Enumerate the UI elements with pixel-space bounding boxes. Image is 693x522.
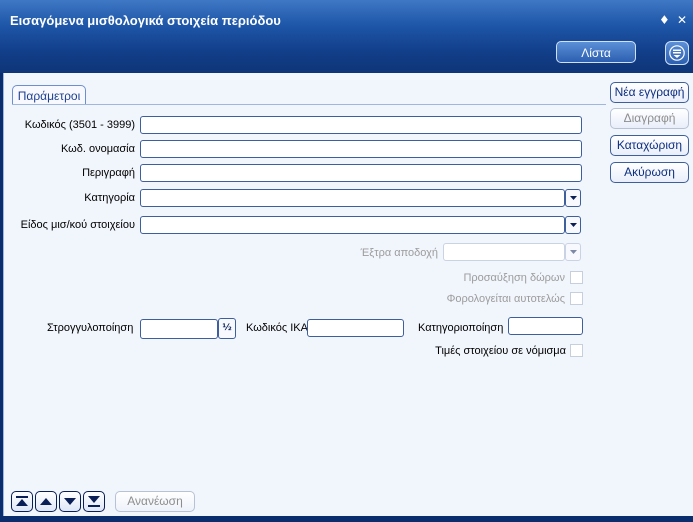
- title-bar: Εισαγόμενα μισθολογικά στοιχεία περιόδου…: [0, 0, 693, 73]
- currency-values-label: Τιμές στοιχείου σε νόμισμα: [435, 345, 566, 357]
- gift-increase-label: Προσαύξηση δώρων: [463, 272, 565, 284]
- item-type-label: Είδος μισ/κού στοιχείου: [20, 219, 135, 231]
- tab-parameters[interactable]: Παράμετροι: [12, 85, 86, 105]
- window-bottom-border: [0, 516, 693, 522]
- previous-record-icon: [40, 498, 52, 505]
- code-input[interactable]: [140, 116, 582, 134]
- save-button[interactable]: Καταχώριση: [610, 135, 689, 156]
- taxed-separately-label: Φορολογείται αυτοτελώς: [446, 293, 565, 305]
- next-record-icon: [64, 498, 76, 505]
- rounding-button[interactable]: ½: [218, 318, 236, 339]
- window: Εισαγόμενα μισθολογικά στοιχεία περιόδου…: [0, 0, 693, 522]
- cancel-button[interactable]: Ακύρωση: [610, 162, 689, 183]
- item-type-dropdown-button[interactable]: [565, 216, 581, 234]
- extra-label: Έξτρα αποδοχή: [360, 247, 438, 259]
- category-select[interactable]: [140, 189, 565, 207]
- rounding-label: Στρογγυλοποίηση: [47, 322, 134, 334]
- description-label: Περιγραφή: [82, 167, 135, 179]
- list-button[interactable]: Λίστα: [556, 41, 636, 63]
- code-label: Κωδικός (3501 - 3999): [24, 119, 135, 131]
- ika-code-input[interactable]: [307, 319, 404, 337]
- ika-code-label: Κωδικός ΙΚΑ: [246, 322, 308, 334]
- chevron-down-icon: [570, 196, 577, 200]
- tab-divider: [12, 104, 606, 105]
- previous-record-button[interactable]: [35, 491, 57, 512]
- last-record-icon: [88, 496, 100, 507]
- pin-icon[interactable]: ♦: [659, 13, 670, 27]
- categorization-input[interactable]: [508, 317, 583, 335]
- extra-select[interactable]: [443, 243, 565, 261]
- menu-dropdown-icon[interactable]: [665, 41, 689, 65]
- window-title: Εισαγόμενα μισθολογικά στοιχεία περιόδου: [10, 13, 281, 28]
- new-record-button[interactable]: Νέα εγγραφή: [610, 82, 689, 103]
- currency-values-checkbox[interactable]: [570, 344, 583, 357]
- first-record-button[interactable]: [11, 491, 33, 512]
- rounding-input[interactable]: [140, 319, 218, 339]
- item-type-select[interactable]: [140, 216, 565, 234]
- next-record-button[interactable]: [59, 491, 81, 512]
- chevron-down-icon: [570, 250, 577, 254]
- close-icon[interactable]: ✕: [677, 13, 687, 27]
- category-dropdown-button[interactable]: [565, 189, 581, 207]
- last-record-button[interactable]: [83, 491, 105, 512]
- short-name-label: Κωδ. ονομασία: [60, 143, 135, 155]
- first-record-icon: [16, 496, 28, 506]
- category-label: Κατηγορία: [84, 192, 135, 204]
- chevron-down-icon: [570, 223, 577, 227]
- refresh-button[interactable]: Ανανέωση: [115, 491, 195, 512]
- extra-dropdown-button[interactable]: [565, 243, 581, 261]
- short-name-input[interactable]: [140, 140, 582, 158]
- description-input[interactable]: [140, 164, 582, 182]
- categorization-label: Κατηγοριοποίηση: [418, 322, 504, 334]
- delete-button[interactable]: Διαγραφή: [610, 108, 689, 129]
- gift-increase-checkbox[interactable]: [570, 271, 583, 284]
- taxed-separately-checkbox[interactable]: [570, 292, 583, 305]
